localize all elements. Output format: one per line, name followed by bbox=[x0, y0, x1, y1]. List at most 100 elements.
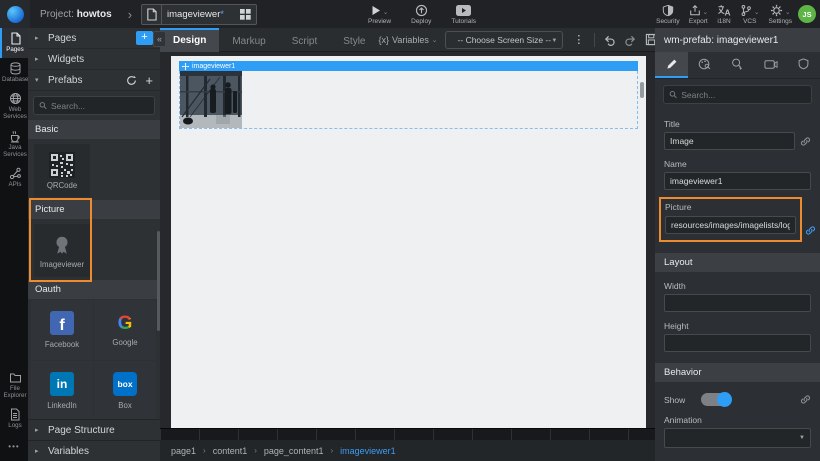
chevron-down-icon[interactable]: ⌄ bbox=[383, 8, 388, 16]
caret-right-icon: ▸ bbox=[35, 55, 42, 63]
wavemaker-logo bbox=[0, 0, 30, 28]
log-file-icon bbox=[9, 408, 21, 421]
width-field-input[interactable] bbox=[664, 294, 811, 312]
variables-button[interactable]: {x} Variables ⌄ bbox=[379, 35, 438, 45]
refresh-icon[interactable] bbox=[126, 75, 137, 86]
animation-select[interactable]: ▼ bbox=[664, 428, 811, 448]
height-field-input[interactable] bbox=[664, 334, 811, 352]
rail-item-apis[interactable]: APIs bbox=[0, 163, 28, 193]
vcs-button[interactable]: ⌄ VCS bbox=[740, 0, 759, 28]
move-icon[interactable] bbox=[182, 63, 189, 70]
tab-script[interactable]: Script bbox=[279, 28, 331, 52]
prefab-tile-imageviewer[interactable]: Imageviewer bbox=[34, 224, 90, 277]
accordion-widgets[interactable]: ▸ Widgets bbox=[28, 49, 160, 70]
settings-label: Settings bbox=[769, 18, 793, 25]
toolbar-divider bbox=[594, 33, 595, 47]
breadcrumb-item-content1[interactable]: content1 bbox=[213, 446, 248, 456]
name-field-input[interactable] bbox=[664, 172, 811, 190]
tab-device[interactable] bbox=[754, 52, 787, 78]
properties-search-input[interactable] bbox=[681, 90, 806, 100]
breadcrumb-item-page1[interactable]: page1 bbox=[171, 446, 196, 456]
widget-selection-bar[interactable]: imageviewer1 bbox=[179, 61, 638, 71]
add-page-button[interactable]: + bbox=[136, 31, 153, 45]
export-button[interactable]: ⌄ Export bbox=[689, 0, 708, 28]
canvas-scrollbar[interactable] bbox=[640, 82, 644, 98]
screen-size-select[interactable]: -- Choose Screen Size -- ▼ bbox=[445, 31, 563, 49]
settings-button[interactable]: ⌄ Settings bbox=[769, 0, 793, 28]
page-selector[interactable]: imageviewer* bbox=[141, 4, 257, 25]
tab-design[interactable]: Design bbox=[160, 28, 219, 52]
rail-item-java-services[interactable]: Java Services bbox=[0, 126, 28, 163]
tab-security[interactable] bbox=[787, 52, 820, 78]
group-picture: Picture bbox=[28, 200, 160, 219]
imageviewer-widget[interactable]: imageviewer1 bbox=[179, 61, 638, 129]
horizontal-ruler bbox=[160, 428, 655, 440]
design-canvas[interactable]: imageviewer1 bbox=[171, 56, 646, 428]
rail-label: File Explorer bbox=[2, 385, 28, 399]
accordion-page-structure[interactable]: ▸ Page Structure bbox=[28, 419, 160, 440]
i18n-button[interactable]: A i18N bbox=[717, 0, 731, 28]
chevron-down-icon[interactable]: ⌄ bbox=[754, 8, 759, 16]
prefab-search[interactable] bbox=[33, 96, 155, 115]
tile-label: LinkedIn bbox=[47, 401, 76, 410]
rail-item-file-explorer[interactable]: File Explorer bbox=[0, 368, 28, 404]
group-basic: Basic bbox=[28, 120, 160, 139]
preview-button[interactable]: ⌄ Preview bbox=[368, 0, 391, 28]
caret-right-icon: ▸ bbox=[35, 34, 42, 42]
tab-events[interactable] bbox=[721, 52, 754, 78]
globe-icon bbox=[9, 92, 22, 105]
import-prefab-button[interactable]: + bbox=[145, 75, 153, 86]
breadcrumb-item-imageviewer1[interactable]: imageviewer1 bbox=[340, 446, 396, 456]
chevron-down-icon: ⌄ bbox=[432, 36, 437, 44]
accordion-variables[interactable]: ▸ Variables bbox=[28, 440, 160, 461]
accordion-prefabs[interactable]: ▾ Prefabs + bbox=[28, 70, 160, 91]
collapse-panel-button[interactable]: « bbox=[153, 31, 166, 47]
accordion-pages[interactable]: ▸ Pages + bbox=[28, 28, 160, 49]
section-behavior: Behavior bbox=[655, 363, 820, 382]
deploy-icon bbox=[415, 4, 428, 17]
prefab-tile-facebook[interactable]: f Facebook bbox=[31, 300, 93, 360]
bind-link-icon[interactable] bbox=[800, 136, 811, 147]
bind-link-icon[interactable] bbox=[800, 394, 811, 405]
vcs-label: VCS bbox=[743, 18, 756, 25]
rail-item-logs[interactable]: Logs bbox=[0, 404, 28, 434]
prefab-tile-google[interactable]: G Google bbox=[94, 300, 156, 360]
properties-search[interactable] bbox=[663, 85, 812, 104]
more-options-icon[interactable]: ••• bbox=[0, 434, 28, 461]
show-toggle[interactable] bbox=[701, 393, 731, 406]
prefab-tile-box[interactable]: box Box bbox=[94, 361, 156, 419]
chevron-down-icon[interactable]: ⌄ bbox=[703, 8, 708, 16]
tab-style[interactable]: Style bbox=[330, 28, 378, 52]
tutorials-button[interactable]: Tutorials bbox=[451, 0, 476, 28]
shield-outline-icon bbox=[798, 58, 809, 70]
widget-body[interactable] bbox=[179, 71, 638, 129]
prefab-tile-qrcode[interactable]: QRCode bbox=[34, 144, 90, 197]
user-avatar[interactable]: JS bbox=[798, 5, 816, 23]
title-field-input[interactable] bbox=[664, 132, 795, 150]
bind-link-icon[interactable] bbox=[805, 225, 816, 236]
chevron-down-icon[interactable]: ⌄ bbox=[785, 8, 790, 16]
rail-item-databases[interactable]: Databases bbox=[0, 58, 28, 88]
topbar-actions: ⌄ Preview Deploy Tutorials bbox=[368, 0, 476, 28]
page-grid-icon[interactable] bbox=[234, 9, 256, 20]
tile-label: Google bbox=[112, 338, 137, 347]
breadcrumb-item-page-content1[interactable]: page_content1 bbox=[264, 446, 324, 456]
prefab-search-input[interactable] bbox=[51, 101, 149, 111]
rail-label: Databases bbox=[2, 76, 28, 83]
prefab-tile-linkedin[interactable]: in LinkedIn bbox=[31, 361, 93, 419]
security-label: Security bbox=[656, 18, 679, 25]
imageviewer-image[interactable] bbox=[180, 71, 242, 128]
tab-properties[interactable] bbox=[655, 52, 688, 78]
tab-markup[interactable]: Markup bbox=[219, 28, 278, 52]
tab-styles[interactable] bbox=[688, 52, 721, 78]
more-menu-icon[interactable]: ⋮ bbox=[571, 33, 586, 46]
coffee-cup-icon bbox=[9, 130, 22, 143]
security-button[interactable]: Security bbox=[656, 0, 679, 28]
rail-item-web-services[interactable]: Web Services bbox=[0, 88, 28, 125]
undo-icon[interactable] bbox=[603, 34, 616, 46]
rail-item-pages[interactable]: Pages bbox=[0, 28, 28, 58]
deploy-button[interactable]: Deploy bbox=[411, 0, 431, 28]
picture-field-input[interactable] bbox=[665, 216, 796, 234]
export-icon bbox=[689, 4, 701, 17]
redo-icon[interactable] bbox=[624, 34, 637, 46]
